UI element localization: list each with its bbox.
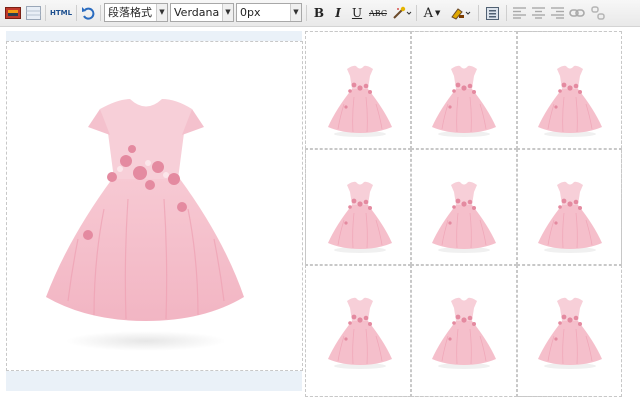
underline-button[interactable]: U [349, 3, 365, 23]
dress-thumbnail [530, 59, 610, 139]
font-family-value: Verdana [174, 6, 220, 19]
pink-dress-image [28, 69, 268, 369]
unlink-icon[interactable] [589, 3, 607, 23]
italic-button[interactable]: I [330, 3, 346, 23]
paragraph-format-select[interactable]: 段落格式 ▼ [104, 3, 168, 22]
highlight-icon[interactable] [448, 3, 474, 23]
dress-thumbnail [320, 59, 400, 139]
font-size-select[interactable]: 0px ▼ [236, 3, 302, 22]
align-center-icon[interactable] [530, 3, 546, 23]
underline-label: U [351, 6, 363, 20]
editor-toolbar: HTML 段落格式 ▼ Verdana ▼ 0px ▼ B I U ABC A ▼ [0, 0, 640, 27]
font-size-value: 0px [240, 6, 261, 19]
align-left-icon[interactable] [511, 3, 527, 23]
dress-thumbnail [320, 175, 400, 255]
undo-icon[interactable] [79, 3, 97, 23]
dress-thumbnail [320, 291, 400, 371]
bold-button[interactable]: B [311, 3, 327, 23]
italic-label: I [335, 6, 341, 20]
html-label: HTML [49, 9, 73, 17]
table-bottom-row [6, 371, 302, 391]
font-color-label: A [423, 5, 433, 21]
table-icon[interactable] [24, 3, 42, 23]
strike-label: ABC [369, 8, 387, 18]
dress-thumbnail [424, 291, 504, 371]
strike-button[interactable]: ABC [367, 3, 389, 23]
image-icon[interactable] [4, 3, 22, 23]
paragraph-format-value: 段落格式 [108, 6, 152, 19]
chevron-down-icon: ▼ [156, 4, 167, 21]
editor-content-area[interactable] [0, 27, 640, 399]
font-family-select[interactable]: Verdana ▼ [170, 3, 234, 22]
link-icon[interactable] [568, 3, 586, 23]
chevron-down-icon: ▼ [290, 4, 301, 21]
dress-thumbnail [530, 291, 610, 371]
html-source-icon[interactable]: HTML [49, 3, 73, 23]
bold-label: B [313, 6, 325, 20]
table-top-row [6, 31, 302, 41]
align-right-icon[interactable] [549, 3, 565, 23]
chevron-down-icon: ▼ [222, 4, 233, 21]
clear-format-icon[interactable] [391, 3, 413, 23]
dress-thumbnail [424, 59, 504, 139]
dress-thumbnail [424, 175, 504, 255]
font-color-icon[interactable]: A ▼ [420, 3, 444, 23]
dress-thumbnail [530, 175, 610, 255]
paste-icon[interactable] [483, 3, 501, 23]
